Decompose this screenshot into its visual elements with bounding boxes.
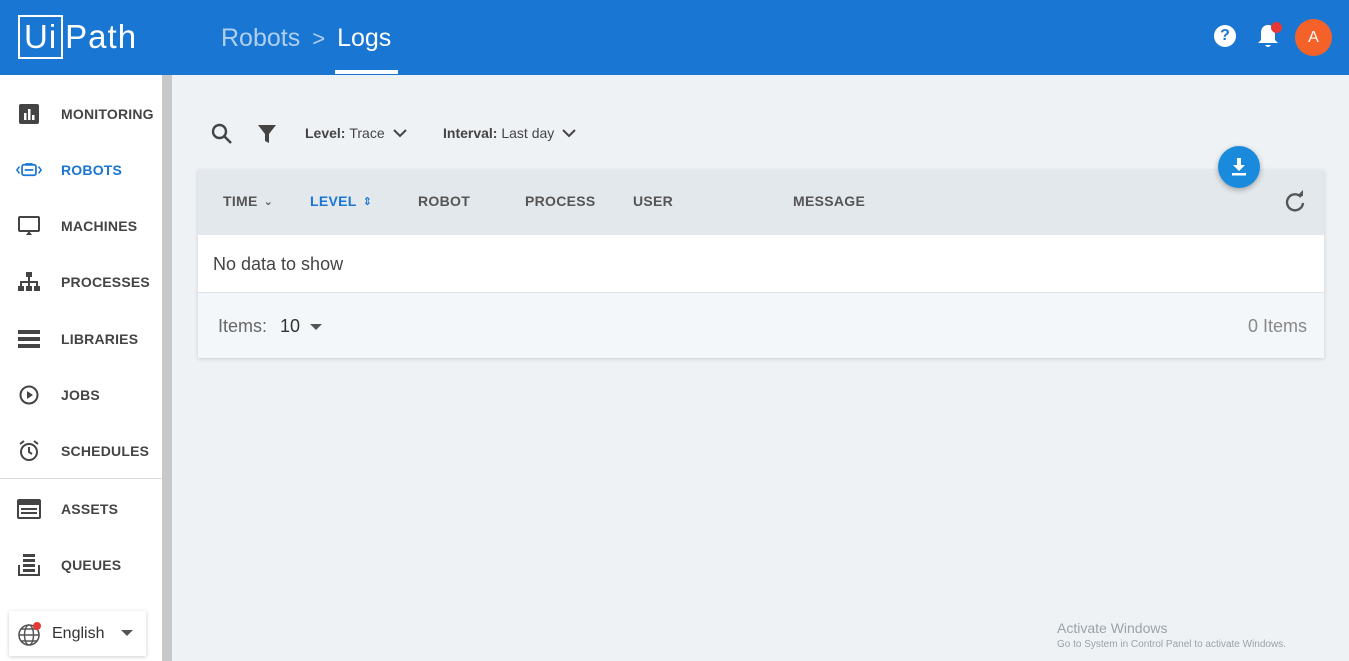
- watermark-subtitle: Go to System in Control Panel to activat…: [1057, 639, 1286, 650]
- table-header: TIME ⌄ LEVEL ⇕ ROBOT PROCESS USER MESSAG…: [198, 170, 1324, 235]
- libraries-icon: [16, 327, 42, 351]
- item-count: 0 Items: [1247, 316, 1307, 336]
- notification-badge: [1271, 22, 1282, 33]
- sidebar-item-label: MONITORING: [61, 106, 154, 122]
- breadcrumb-robots[interactable]: Robots: [221, 24, 300, 53]
- column-label: MESSAGE: [793, 193, 866, 209]
- empty-state-text: No data to show: [213, 254, 344, 274]
- sidebar-item-label: ASSETS: [61, 501, 119, 517]
- watermark-title: Activate Windows: [1057, 620, 1168, 636]
- column-label: USER: [633, 193, 674, 209]
- download-button[interactable]: [1218, 146, 1260, 188]
- sidebar-item-monitoring[interactable]: MONITORING: [0, 86, 162, 142]
- column-header-level[interactable]: LEVEL ⇕: [310, 193, 372, 209]
- sidebar-scrollbar[interactable]: [162, 75, 172, 661]
- column-label: PROCESS: [525, 193, 596, 209]
- assets-icon: [16, 497, 42, 521]
- help-icon[interactable]: ?: [1214, 25, 1236, 47]
- sidebar-item-processes[interactable]: PROCESSES: [0, 254, 162, 310]
- sidebar-item-machines[interactable]: MACHINES: [0, 198, 162, 254]
- avatar[interactable]: A: [1295, 19, 1332, 56]
- language-selector[interactable]: English: [9, 611, 146, 656]
- interval-value: Last day: [501, 125, 555, 141]
- level-value: Trace: [349, 125, 385, 141]
- chevron-down-icon: [392, 129, 407, 138]
- play-circle-icon: [16, 383, 42, 407]
- chevron-right-icon: >: [312, 25, 326, 51]
- chevron-down-icon: [562, 129, 577, 138]
- sidebar-item-label: ROBOTS: [61, 162, 123, 178]
- queues-icon: [16, 553, 42, 577]
- caret-down-icon: [121, 630, 133, 636]
- sidebar-item-queues[interactable]: QUEUES: [0, 537, 162, 593]
- logs-table: TIME ⌄ LEVEL ⇕ ROBOT PROCESS USER MESSAG…: [198, 170, 1324, 358]
- level-dropdown[interactable]: Level: Trace: [305, 125, 407, 141]
- table-empty-row: No data to show: [198, 235, 1324, 293]
- sidebar-item-jobs[interactable]: JOBS: [0, 367, 162, 423]
- language-label: English: [52, 624, 105, 642]
- sidebar-item-label: MACHINES: [61, 218, 138, 234]
- sidebar: MONITORING ROBOTS MACHINES PROCESSES LIB…: [0, 75, 162, 661]
- machine-icon: [16, 214, 42, 238]
- sidebar-item-label: JOBS: [61, 387, 100, 403]
- sidebar-item-libraries[interactable]: LIBRARIES: [0, 311, 162, 367]
- logo-boxed-text: Ui: [18, 14, 64, 59]
- breadcrumb: Robots > Logs: [221, 24, 391, 53]
- alarm-clock-icon: [16, 439, 42, 463]
- table-footer: Items: 10 0 Items: [198, 293, 1324, 358]
- page-size-select[interactable]: 10: [280, 316, 323, 337]
- search-icon[interactable]: [210, 122, 234, 146]
- top-header: Ui Path Robots > Logs ? A: [0, 0, 1349, 75]
- page-size-value: 10: [280, 316, 301, 336]
- sidebar-item-robots[interactable]: ROBOTS: [0, 142, 162, 198]
- column-header-time[interactable]: TIME ⌄: [223, 193, 273, 209]
- sidebar-item-schedules[interactable]: SCHEDULES: [0, 423, 162, 479]
- uipath-logo[interactable]: Ui Path: [18, 13, 137, 60]
- monitoring-icon: [16, 102, 42, 126]
- interval-label: Interval:: [443, 125, 498, 141]
- processes-icon: [16, 270, 42, 294]
- items-per-page-label: Items:: [218, 316, 268, 336]
- interval-dropdown[interactable]: Interval: Last day: [443, 125, 577, 141]
- sidebar-item-label: QUEUES: [61, 557, 122, 573]
- level-label: Level:: [305, 125, 346, 141]
- logo-rest-text: Path: [65, 17, 138, 55]
- download-icon: [1232, 158, 1246, 176]
- sort-desc-icon: ⌄: [263, 195, 274, 208]
- globe-icon: [18, 622, 41, 646]
- refresh-icon[interactable]: [1283, 190, 1307, 214]
- sidebar-divider: [0, 478, 162, 479]
- column-label: LEVEL: [310, 193, 357, 209]
- sidebar-item-label: PROCESSES: [61, 274, 150, 290]
- sidebar-item-label: SCHEDULES: [61, 443, 150, 459]
- column-label: ROBOT: [418, 193, 471, 209]
- robot-icon: [16, 158, 42, 182]
- breadcrumb-logs[interactable]: Logs: [337, 24, 391, 53]
- column-header-process[interactable]: PROCESS: [525, 193, 596, 209]
- caret-down-icon: [310, 323, 323, 330]
- sort-toggle-icon: ⇕: [362, 195, 373, 208]
- active-tab-underline: [335, 70, 398, 74]
- column-header-message[interactable]: MESSAGE: [793, 193, 865, 209]
- column-label: TIME: [223, 193, 258, 209]
- column-header-user[interactable]: USER: [633, 193, 673, 209]
- sidebar-item-label: LIBRARIES: [61, 331, 139, 347]
- column-header-robot[interactable]: ROBOT: [418, 193, 470, 209]
- activate-windows-watermark: Activate Windows Go to System in Control…: [1057, 620, 1286, 650]
- filter-icon[interactable]: [257, 124, 277, 144]
- sidebar-item-assets[interactable]: ASSETS: [0, 481, 162, 537]
